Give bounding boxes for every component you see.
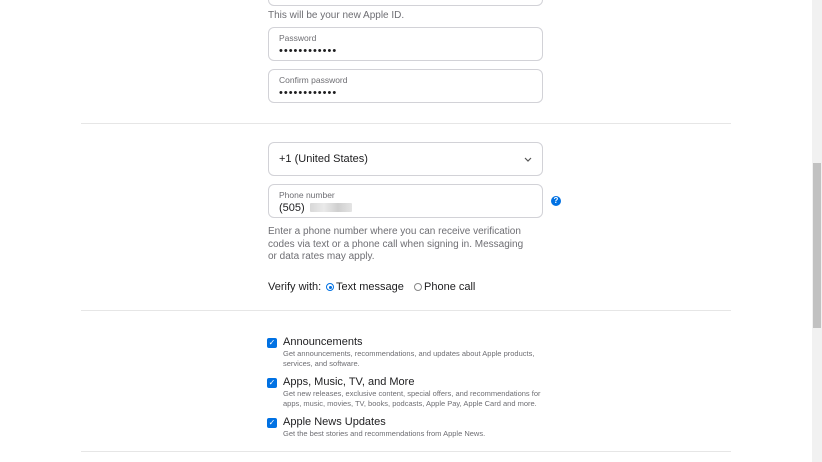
phone-number-label: Phone number bbox=[279, 190, 335, 200]
apple-id-hint: This will be your new Apple ID. bbox=[268, 10, 405, 21]
apple-news-desc: Get the best stories and recommendations… bbox=[283, 429, 486, 438]
phone-call-label[interactable]: Phone call bbox=[424, 281, 475, 293]
confirm-password-label: Confirm password bbox=[279, 75, 348, 85]
password-label: Password bbox=[279, 33, 317, 43]
chevron-down-icon bbox=[524, 153, 532, 171]
confirm-password-value: •••••••••••• bbox=[279, 87, 338, 99]
question-mark-icon[interactable]: ? bbox=[551, 196, 561, 206]
phone-prefix: (505) bbox=[279, 202, 305, 214]
section-divider bbox=[81, 451, 731, 452]
apple-id-field[interactable] bbox=[268, 0, 543, 6]
apps-music-tv-checkbox[interactable]: ✓ bbox=[267, 378, 277, 388]
text-message-label[interactable]: Text message bbox=[336, 281, 404, 293]
password-value: •••••••••••• bbox=[279, 45, 338, 57]
country-code-value: +1 (United States) bbox=[279, 153, 368, 165]
phone-redacted bbox=[310, 203, 352, 212]
password-field[interactable]: Password •••••••••••• bbox=[268, 27, 543, 61]
apple-news-checkbox[interactable]: ✓ bbox=[267, 418, 277, 428]
announcements-title: Announcements bbox=[283, 336, 363, 348]
announcements-checkbox[interactable]: ✓ bbox=[267, 338, 277, 348]
phone-hint: Enter a phone number where you can recei… bbox=[268, 226, 524, 262]
scrollbar-thumb[interactable] bbox=[813, 163, 821, 328]
phone-number-field[interactable]: Phone number (505) bbox=[268, 184, 543, 218]
verify-label: Verify with: bbox=[268, 281, 322, 293]
apps-music-tv-title: Apps, Music, TV, and More bbox=[283, 376, 415, 388]
text-message-radio[interactable] bbox=[326, 283, 334, 291]
section-divider bbox=[81, 310, 731, 311]
confirm-password-field[interactable]: Confirm password •••••••••••• bbox=[268, 69, 543, 103]
phone-call-radio[interactable] bbox=[414, 283, 422, 291]
section-divider bbox=[81, 123, 731, 124]
apple-news-title: Apple News Updates bbox=[283, 416, 386, 428]
country-code-select[interactable]: +1 (United States) bbox=[268, 142, 543, 176]
apps-music-tv-desc: Get new releases, exclusive content, spe… bbox=[283, 389, 541, 408]
announcements-desc: Get announcements, recommendations, and … bbox=[283, 349, 535, 368]
